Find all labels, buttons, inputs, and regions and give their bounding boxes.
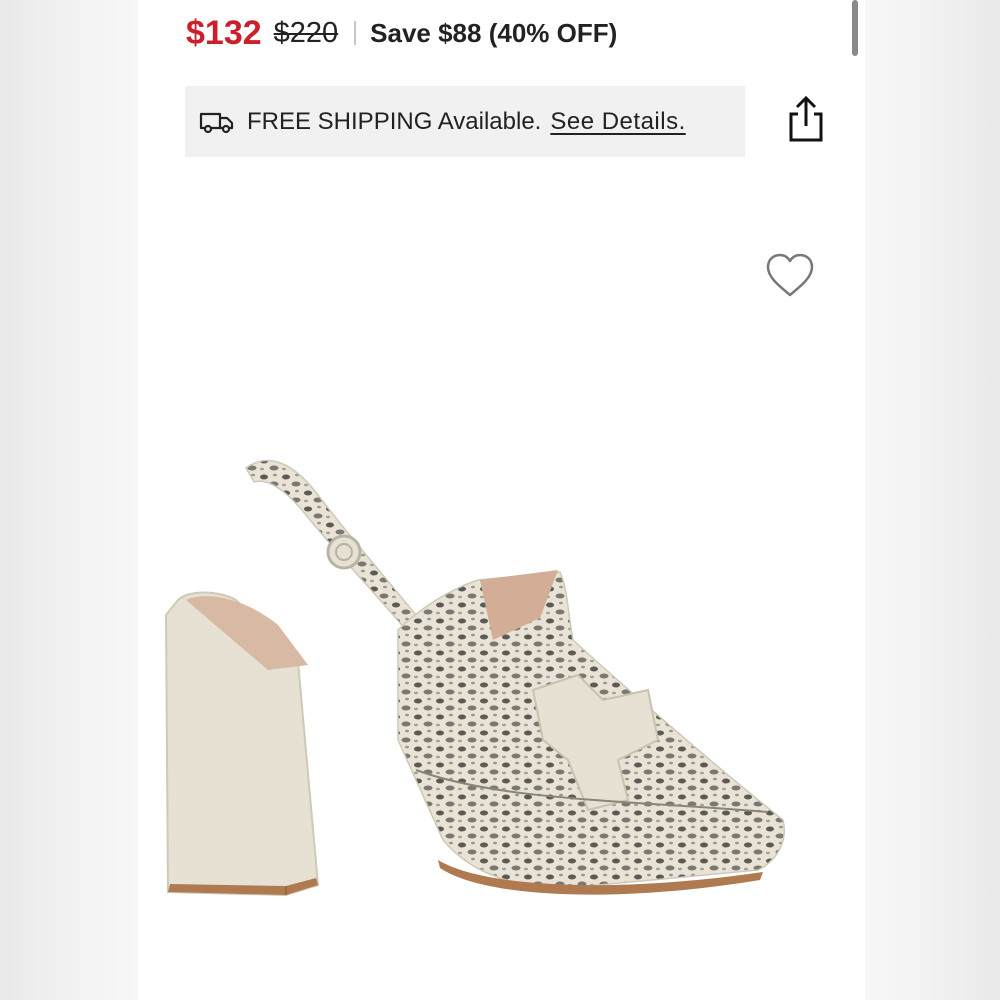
price-divider: [354, 21, 357, 45]
sale-price: $132: [186, 13, 262, 52]
product-image[interactable]: [148, 440, 848, 920]
truck-icon: [199, 112, 234, 133]
scrollbar[interactable]: [852, 0, 858, 56]
heart-icon[interactable]: [764, 252, 816, 300]
shipping-message: FREE SHIPPING Available.: [247, 107, 542, 135]
share-icon[interactable]: [784, 94, 828, 144]
shipping-banner: FREE SHIPPING Available. See Details.: [185, 86, 745, 157]
product-page: $132 $220 Save $88 (40% OFF) FREE SHIPPI…: [138, 0, 865, 1000]
original-price: $220: [273, 16, 339, 49]
price-row: $132 $220 Save $88 (40% OFF): [186, 8, 617, 58]
backdrop-right: [865, 0, 1000, 1000]
see-details-link[interactable]: See Details.: [550, 108, 685, 136]
savings-text: Save $88 (40% OFF): [370, 17, 618, 48]
backdrop-left: [0, 0, 138, 1000]
